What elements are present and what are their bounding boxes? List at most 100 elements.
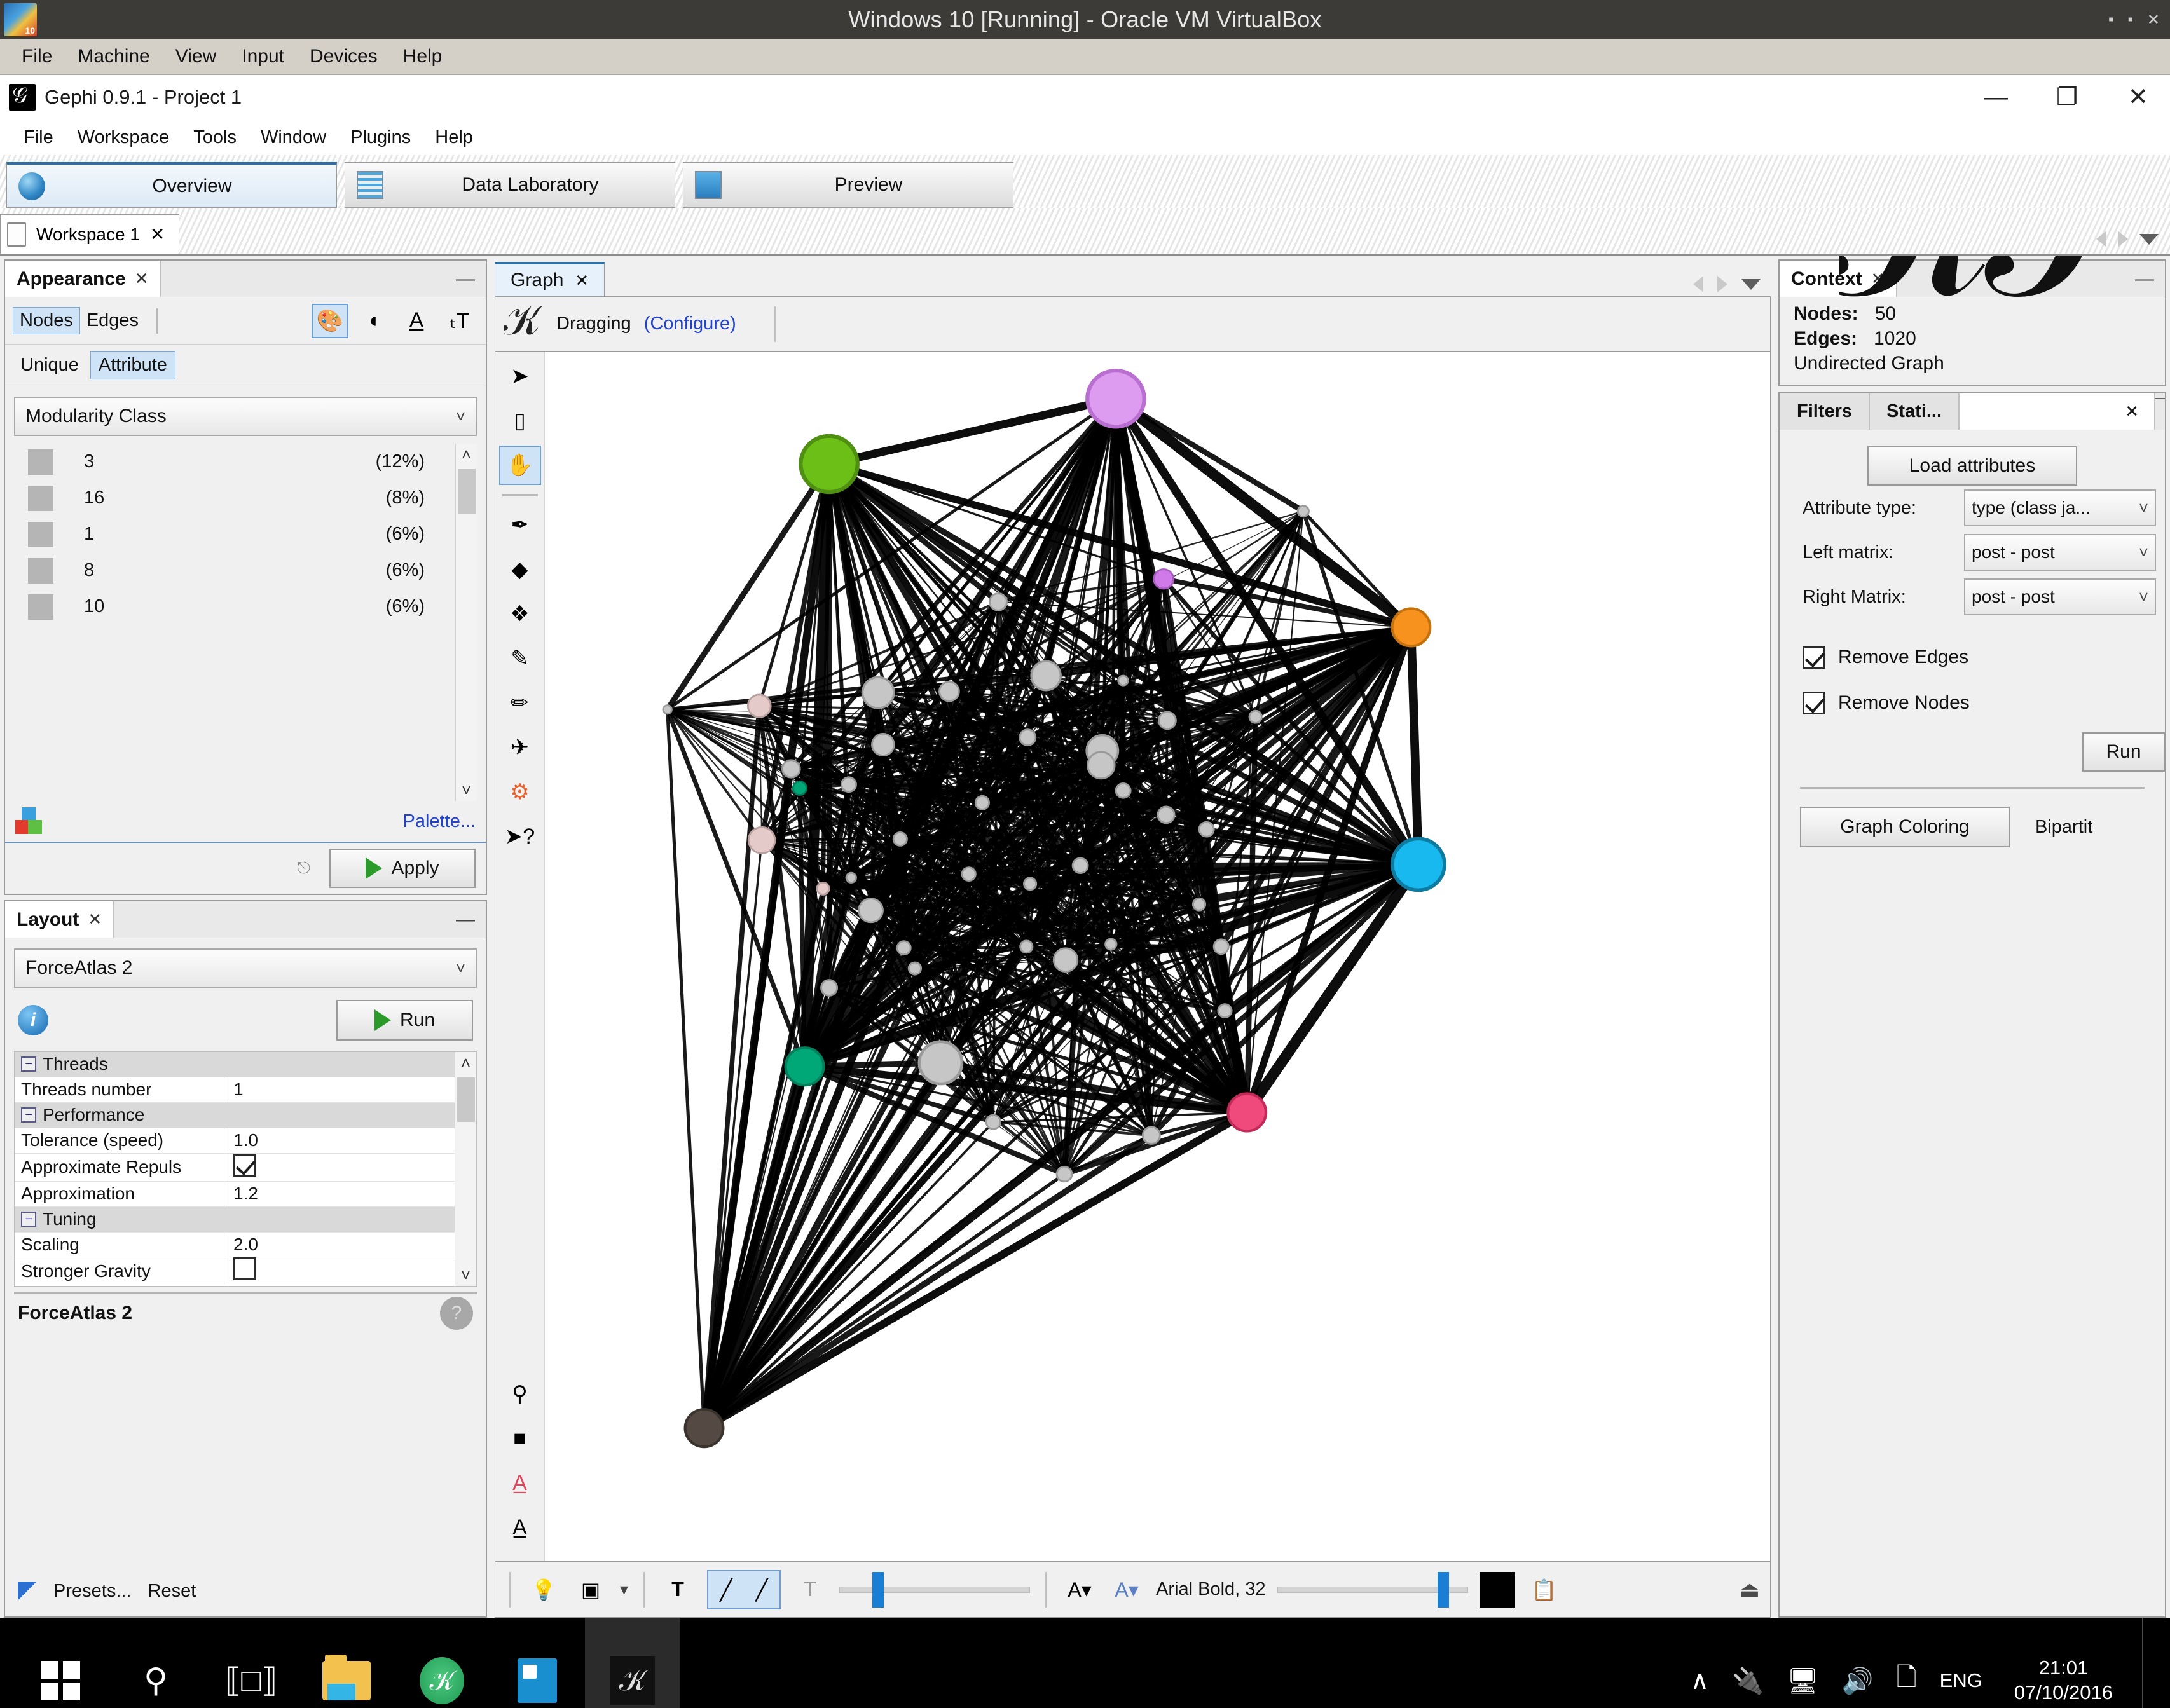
appearance-unique-toggle[interactable]: Unique — [13, 352, 86, 379]
vbox-menu-devices[interactable]: Devices — [297, 43, 390, 70]
layout-minimize-icon[interactable]: — — [445, 901, 486, 938]
volume-icon[interactable]: 🔊 — [1842, 1666, 1874, 1696]
gephi-menu-workspace[interactable]: Workspace — [65, 127, 182, 148]
property-value[interactable]: 2.0 — [224, 1234, 455, 1255]
graph-node[interactable] — [1085, 368, 1146, 429]
slider-knob[interactable] — [872, 1571, 884, 1608]
brush-paint-icon[interactable]: ✒ — [499, 505, 541, 545]
scroll-right-icon[interactable] — [1717, 276, 1727, 292]
graph-node[interactable] — [747, 826, 776, 854]
graph-tab[interactable]: Graph ✕ — [495, 262, 605, 296]
screenshot-icon[interactable]: ▣ — [573, 1571, 608, 1608]
filters-tab[interactable]: Filters — [1780, 393, 1870, 430]
edge-label-color-icon[interactable]: A̲ — [499, 1508, 541, 1547]
collapse-icon[interactable]: − — [21, 1107, 36, 1123]
graph-tab-close-icon[interactable]: ✕ — [575, 271, 589, 290]
gephi-restore-button[interactable]: ❐ — [2054, 85, 2080, 109]
graph-node[interactable] — [662, 704, 673, 715]
tab-preview[interactable]: Preview — [683, 162, 1013, 208]
label-size-slider[interactable] — [1277, 1571, 1468, 1608]
appearance-tab[interactable]: Appearance ✕ — [5, 261, 161, 297]
filters-run-button[interactable]: Run — [2082, 732, 2165, 772]
graph-node[interactable] — [792, 781, 807, 796]
text-color-icon[interactable]: A — [398, 304, 435, 338]
store-button[interactable] — [490, 1618, 585, 1708]
table-row[interactable]: Approximation 1.2 — [15, 1181, 455, 1207]
cursor-help-icon[interactable]: ➤? — [499, 817, 541, 856]
scrollbar-thumb[interactable] — [457, 469, 476, 514]
graph-node[interactable] — [845, 871, 857, 884]
show-desktop-button[interactable] — [2142, 1618, 2151, 1708]
workspace-nav[interactable] — [2096, 231, 2170, 254]
workspace-dropdown-icon[interactable] — [2139, 233, 2159, 245]
remove-nodes-row[interactable]: Remove Nodes — [1789, 680, 2156, 726]
battery-icon[interactable]: 🔌 — [1732, 1666, 1764, 1696]
graph-node[interactable] — [1157, 711, 1177, 730]
collapse-icon[interactable]: − — [21, 1212, 36, 1227]
color-palette-icon[interactable]: 🎨 — [312, 303, 348, 338]
gephi-close-button[interactable]: ✕ — [2125, 85, 2151, 109]
palette-link[interactable]: Palette... — [403, 811, 476, 832]
table-row[interactable]: − Performance — [15, 1102, 455, 1128]
graph-node[interactable] — [1055, 1165, 1073, 1183]
gephi-minimize-button[interactable]: — — [1983, 85, 2009, 109]
remove-edges-row[interactable]: Remove Edges — [1789, 634, 2156, 680]
property-value[interactable]: 1.2 — [224, 1184, 455, 1204]
graph-node[interactable] — [1198, 821, 1215, 838]
color-mixer-icon[interactable]: ❖ — [499, 594, 541, 634]
appearance-attribute-toggle[interactable]: Attribute — [90, 351, 175, 379]
table-row[interactable]: Stronger Gravity — [15, 1257, 455, 1286]
language-indicator[interactable]: ENG — [1940, 1669, 1982, 1692]
scroll-down-icon[interactable]: ˅ — [461, 1264, 470, 1286]
graph-node[interactable] — [861, 676, 895, 709]
layout-run-button[interactable]: Run — [336, 1000, 473, 1041]
list-item[interactable]: 16 (8%) — [14, 480, 455, 516]
class-color-swatch[interactable] — [28, 594, 53, 620]
appearance-attribute-select[interactable]: Modularity Class ˅ — [14, 397, 477, 436]
list-item[interactable]: 8 (6%) — [14, 552, 455, 589]
pencil-edge-icon[interactable]: ✏ — [499, 683, 541, 723]
graph-node[interactable] — [683, 1408, 725, 1449]
graph-node[interactable] — [1023, 877, 1038, 891]
graph-node[interactable] — [1117, 674, 1129, 687]
gephi-menu-help[interactable]: Help — [423, 127, 485, 148]
gephi-menu-tools[interactable]: Tools — [181, 127, 249, 148]
graph-node[interactable] — [820, 979, 839, 997]
start-button[interactable] — [13, 1618, 108, 1708]
vbox-close-icon[interactable]: ✕ — [2147, 11, 2160, 29]
graph-node[interactable] — [816, 881, 830, 896]
context-minimize-icon[interactable]: — — [2124, 261, 2165, 297]
context-close-icon[interactable]: ✕ — [1871, 269, 1885, 289]
appearance-edges-toggle[interactable]: Edges — [80, 308, 145, 334]
graph-node[interactable] — [938, 681, 960, 702]
pencil-node-icon[interactable]: ✎ — [499, 639, 541, 678]
graph-node[interactable] — [896, 940, 912, 956]
class-color-swatch[interactable] — [28, 521, 53, 547]
layout-algorithm-select[interactable]: ForceAtlas 2 ˅ — [14, 948, 477, 988]
vbox-menu-input[interactable]: Input — [229, 43, 297, 70]
right-matrix-select[interactable]: post - post ˅ — [1964, 578, 2156, 615]
label-color-swatch[interactable] — [1479, 1571, 1515, 1608]
graph-node[interactable] — [1157, 805, 1176, 824]
gephi-window-button[interactable]: 𝒦 — [585, 1618, 680, 1708]
presets-link[interactable]: Presets... — [53, 1581, 132, 1602]
appearance-minimize-icon[interactable]: — — [445, 261, 486, 297]
graph-node[interactable] — [871, 732, 895, 757]
node-labels-icon[interactable]: T — [660, 1571, 696, 1608]
lightbulb-icon[interactable]: 💡 — [526, 1571, 561, 1608]
scrollbar-thumb[interactable] — [457, 1077, 475, 1122]
load-attributes-button[interactable]: Load attributes — [1867, 446, 2077, 486]
workspace-tab-1[interactable]: Workspace 1 ✕ — [0, 214, 180, 254]
graph-node[interactable] — [746, 693, 772, 718]
graph-node[interactable] — [1052, 947, 1079, 973]
filters-minimize-icon[interactable]: — — [2155, 393, 2165, 430]
virtualbox-window-controls[interactable]: ▪ ▪ ✕ — [2108, 11, 2160, 29]
class-color-swatch[interactable] — [28, 485, 53, 511]
graph-node[interactable] — [1019, 728, 1037, 746]
graph-node[interactable] — [1030, 660, 1062, 692]
graph-node[interactable] — [1104, 938, 1118, 951]
edge-display-toggles[interactable]: ╱ ╱ — [707, 1569, 781, 1609]
graph-node[interactable] — [917, 1040, 964, 1086]
chevron-down-icon[interactable]: ▾ — [620, 1580, 628, 1599]
graph-node[interactable] — [1019, 939, 1034, 954]
